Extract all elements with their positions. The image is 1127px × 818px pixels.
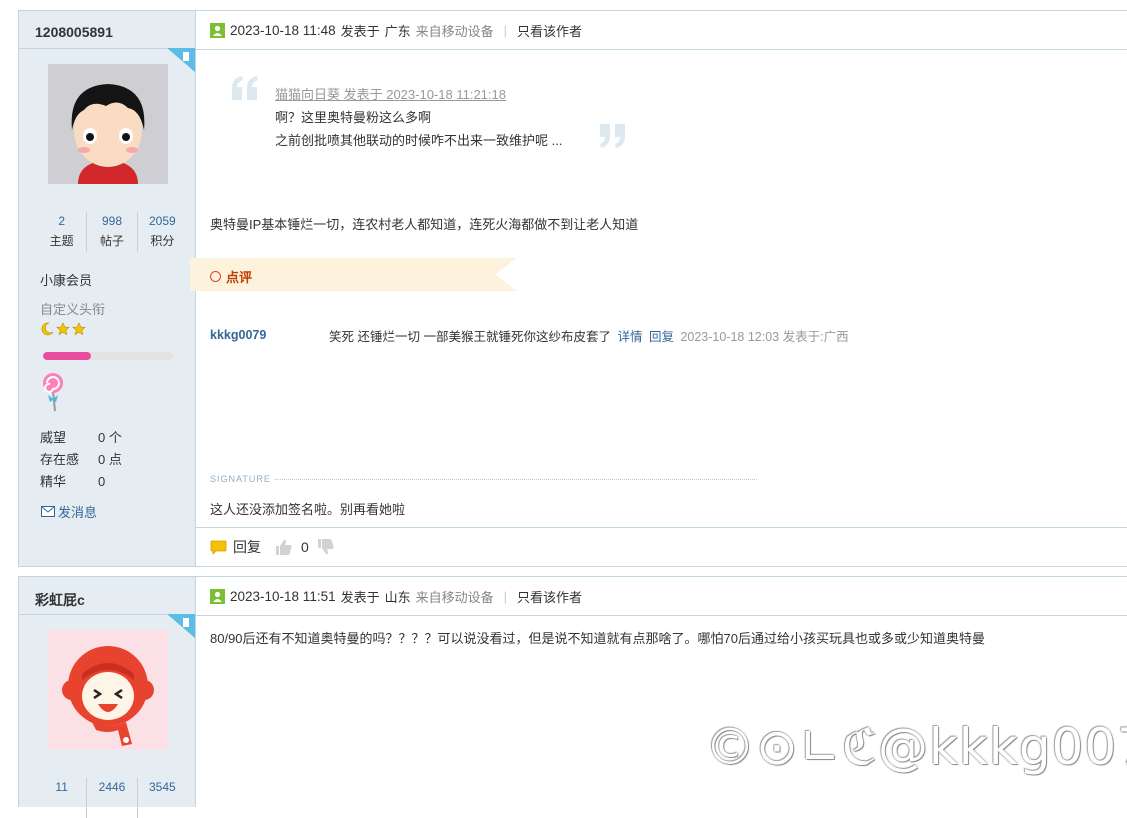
online-status-icon [210,22,225,38]
post-content: 80/90后还有不知道奥特曼的吗？？？？可以说没看过，但是说不知道就有点那啥了。… [210,631,985,646]
forum-post: 1208005891 2 主题 998 帖子 2 059 积分 小康会员 自定义头… [18,10,1127,567]
watermark: ©⊙∟ℭ@kkkg0079 [705,718,1127,776]
post-actions: 回复 0 [196,527,1127,566]
attr-row: 存在感 0 点 [40,449,122,471]
signature-text: 这人还没添加签名啦。别再看她啦 [210,502,406,517]
stat-value[interactable]: 2446 [87,778,136,796]
comment-detail-link[interactable]: 详情 [617,330,642,344]
divider [274,478,757,480]
quote-block: 猫猫向日葵 发表于 2023-10-18 11:21:18 啊？这里奥特曼粉这么… [230,76,630,158]
comment-section-label: 点评 [226,270,253,285]
post-province: 广东 [384,23,411,39]
lollipop-medal-icon[interactable] [42,371,68,413]
stat-value[interactable]: 998 [87,212,136,230]
stat-value[interactable]: 2059 [138,212,187,230]
post-header: 2023-10-18 11:48 发表于 广东 来自移动设备 | 只看该作者 [196,11,1127,50]
moon-star-icon [41,322,54,336]
thumbs-down-icon[interactable] [317,538,335,556]
mobile-corner-icon [167,48,195,72]
stat-posts[interactable]: 2446 [86,778,136,818]
author-name[interactable]: 彩虹屁c [35,590,85,610]
avatar[interactable] [48,630,168,750]
attr-row: 精华 0 [40,471,122,493]
from-mobile-link[interactable]: 来自移动设备 [416,587,494,606]
stat-value[interactable]: 3545 [138,778,187,796]
author-stats: 2 主题 998 帖子 2059 积分 [37,212,187,252]
quote-close-icon [600,124,625,148]
signature-label: SIGNATURE [210,474,271,484]
author-name[interactable]: 1208005891 [35,24,113,40]
posted-in-prefix: 发表于 [340,23,380,39]
attr-key: 威望 [40,430,67,445]
like-count: 0 [301,539,309,555]
quote-lines: 猫猫向日葵 发表于 2023-10-18 11:21:18 啊？这里奥特曼粉这么… [275,83,562,152]
stat-label: 积分 [150,234,175,248]
stat-value[interactable]: 2 [37,212,86,230]
divider: | [503,22,508,38]
post-province: 山东 [384,589,411,605]
stat-threads[interactable]: 2 主题 [37,212,86,252]
stat-threads[interactable]: 11 [37,778,86,818]
attr-value: 0 点 [98,452,122,467]
from-mobile-link[interactable]: 来自移动设备 [416,21,494,40]
level-progress-bar [43,352,173,360]
quote-line: 啊？这里奥特曼粉这么多啊 [275,110,432,125]
send-message-link[interactable]: 发消息 [41,502,97,521]
quote-line: 之前创批喷其他联动的时候咋不出来一致维护呢 ... [275,133,563,148]
stat-points[interactable]: 3545 [136,778,187,818]
post-time: 2023-10-18 11:48 [230,22,336,38]
post-content: 奥特曼IP基本锤烂一切，连农村老人都知道，连死火海都做不到让老人知道 [210,217,639,232]
only-author-link[interactable]: 只看该作者 [517,587,582,606]
online-status-icon [210,588,225,604]
comment-ring-icon [210,271,221,282]
star-icon [72,322,86,336]
watermark-text: @kkkg0079 [877,718,1127,776]
attr-value: 0 个 [98,430,122,445]
stat-label: 帖子 [99,234,124,248]
post-header: 2023-10-18 11:51 发表于 山东 来自移动设备 | 只看该作者 [196,577,1127,616]
post-main: 2023-10-18 11:48 发表于 广东 来自移动设备 | 只看该作者 猫… [190,11,1127,566]
level-progress-fill [43,352,92,360]
comment-reply-link[interactable]: 回复 [649,330,674,344]
stat-points[interactable]: 2059 积分 [136,212,187,252]
divider: | [503,588,508,604]
avatar[interactable] [48,64,168,184]
reply-bubble-icon[interactable] [210,540,227,555]
watermark-logo-icon: ©⊙∟ℭ [705,718,878,776]
stat-label: 主题 [49,234,74,248]
author-sidebar: 彩虹屁c 11 2446 3545 [19,577,196,818]
thumbs-up-icon[interactable] [275,538,293,556]
user-group[interactable]: 小康会员 [40,270,92,289]
comment-time: 2023-10-18 12:03 发表于:广西 [680,330,849,344]
attr-key: 精华 [40,474,67,489]
custom-title: 自定义头衔 [40,302,106,317]
stat-value[interactable]: 11 [37,778,86,796]
signature-header: SIGNATURE [210,474,757,484]
quote-source-link[interactable]: 猫猫向日葵 发表于 2023-10-18 11:21:18 [275,87,506,102]
comment-section-title: 点评 [210,267,252,286]
only-author-link[interactable]: 只看该作者 [517,21,582,40]
quote-open-icon [232,76,258,100]
comment-body: 笑死 还锤烂一切 一部美猴王就锤死你这纱布皮套了 详情 回复 2023-10-1… [329,326,849,345]
mobile-corner-icon [167,614,195,638]
star-icon [56,322,70,336]
stat-posts[interactable]: 998 帖子 [86,212,136,252]
reply-button[interactable]: 回复 [233,537,261,557]
send-message-label: 发消息 [58,505,98,520]
posted-in-prefix: 发表于 [340,589,380,605]
level-stars [40,322,86,336]
author-attributes: 威望 0 个 存在感 0 点 精华 0 [40,427,122,493]
attr-row: 威望 0 个 [40,427,122,449]
attr-key: 存在感 [40,452,80,467]
mail-icon [41,506,55,517]
post-time: 2023-10-18 11:51 [230,588,336,604]
comment-text: 笑死 还锤烂一切 一部美猴王就锤死你这纱布皮套了 [329,330,611,344]
attr-value: 0 [98,474,106,489]
comment-user-link[interactable]: kkkg0079 [210,328,266,342]
author-stats: 11 2446 3545 [37,778,187,818]
author-sidebar: 1208005891 2 主题 998 帖子 2 059 积分 小康会员 自定义头… [19,11,196,566]
